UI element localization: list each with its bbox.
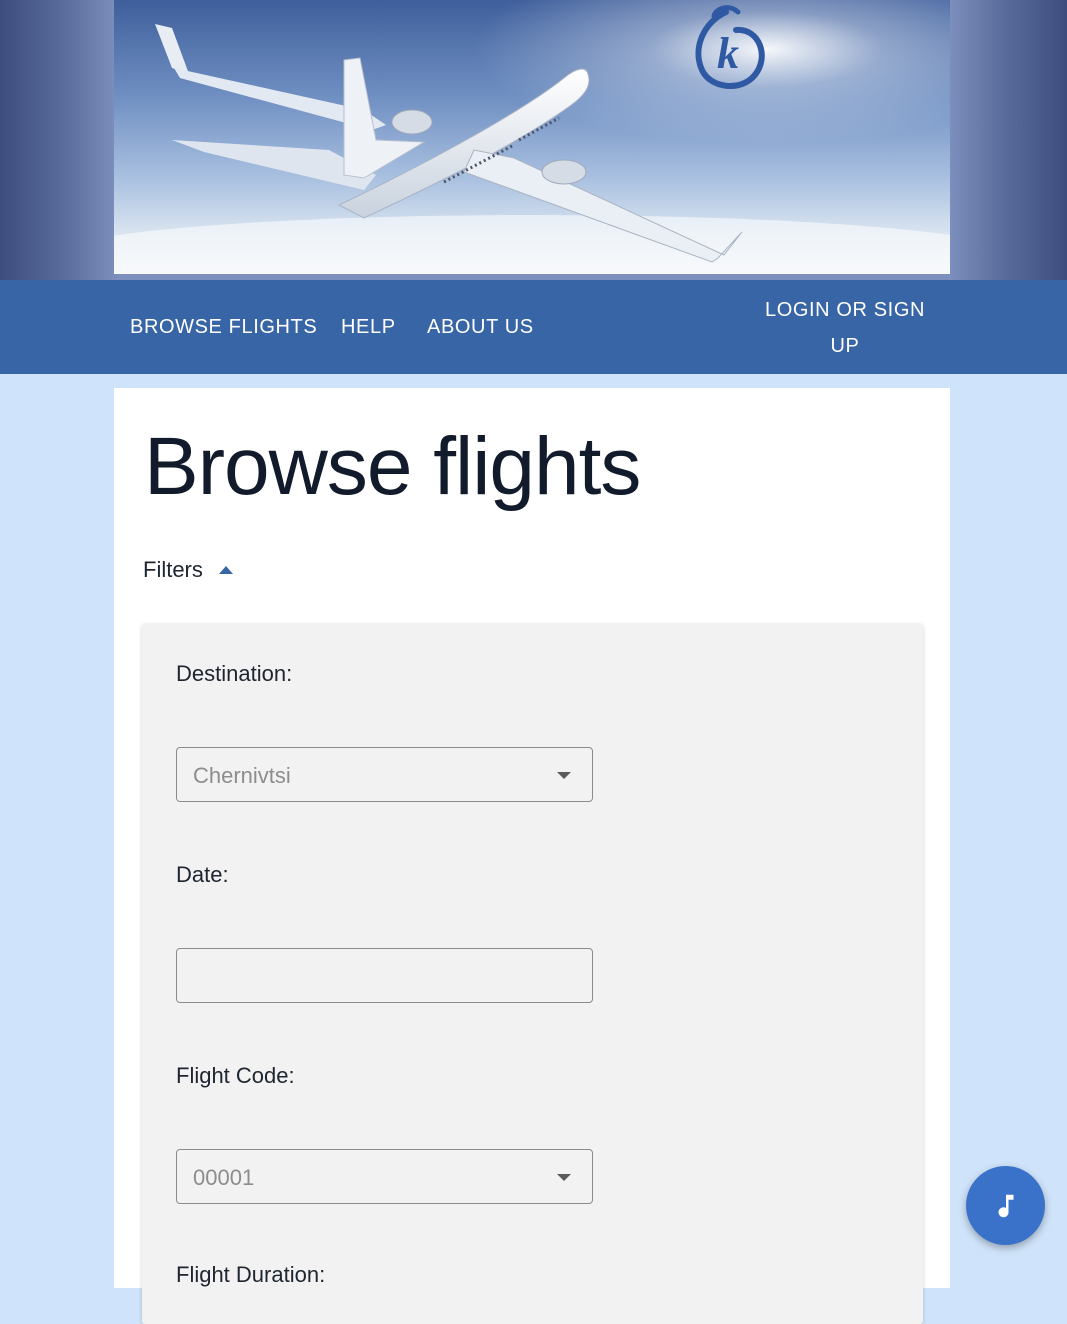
music-fab-button[interactable] bbox=[966, 1166, 1045, 1245]
nav-about-us[interactable]: ABOUT US bbox=[427, 316, 534, 339]
date-label: Date: bbox=[176, 862, 229, 887]
header-banner-frame: k bbox=[0, 0, 1067, 280]
date-field[interactable] bbox=[176, 948, 593, 1003]
destination-value: Chernivtsi bbox=[193, 763, 291, 788]
nav-login-line2: UP bbox=[830, 335, 860, 357]
header-banner-image: k bbox=[114, 0, 950, 274]
filters-toggle[interactable]: Filters bbox=[143, 557, 203, 583]
svg-text:k: k bbox=[717, 29, 739, 78]
nav-browse-flights[interactable]: BROWSE FLIGHTS bbox=[130, 316, 317, 339]
flight-code-label: Flight Code: bbox=[176, 1063, 295, 1088]
nav-login-signup[interactable]: LOGIN OR SIGN UP bbox=[760, 292, 930, 364]
destination-select[interactable]: Chernivtsi bbox=[176, 747, 593, 802]
chevron-down-icon bbox=[557, 772, 571, 779]
nav-login-line1: LOGIN OR SIGN bbox=[764, 299, 926, 321]
music-note-icon bbox=[998, 1194, 1013, 1217]
nav-help[interactable]: HELP bbox=[341, 316, 396, 339]
destination-label: Destination: bbox=[176, 661, 293, 686]
flight-code-value: 00001 bbox=[193, 1165, 255, 1190]
page-title: Browse flights bbox=[144, 421, 641, 512]
flight-code-select[interactable]: 00001 bbox=[176, 1149, 593, 1204]
caret-up-icon[interactable] bbox=[219, 566, 233, 574]
chevron-down-icon bbox=[557, 1174, 571, 1181]
flight-duration-label: Flight Duration: bbox=[176, 1262, 326, 1287]
